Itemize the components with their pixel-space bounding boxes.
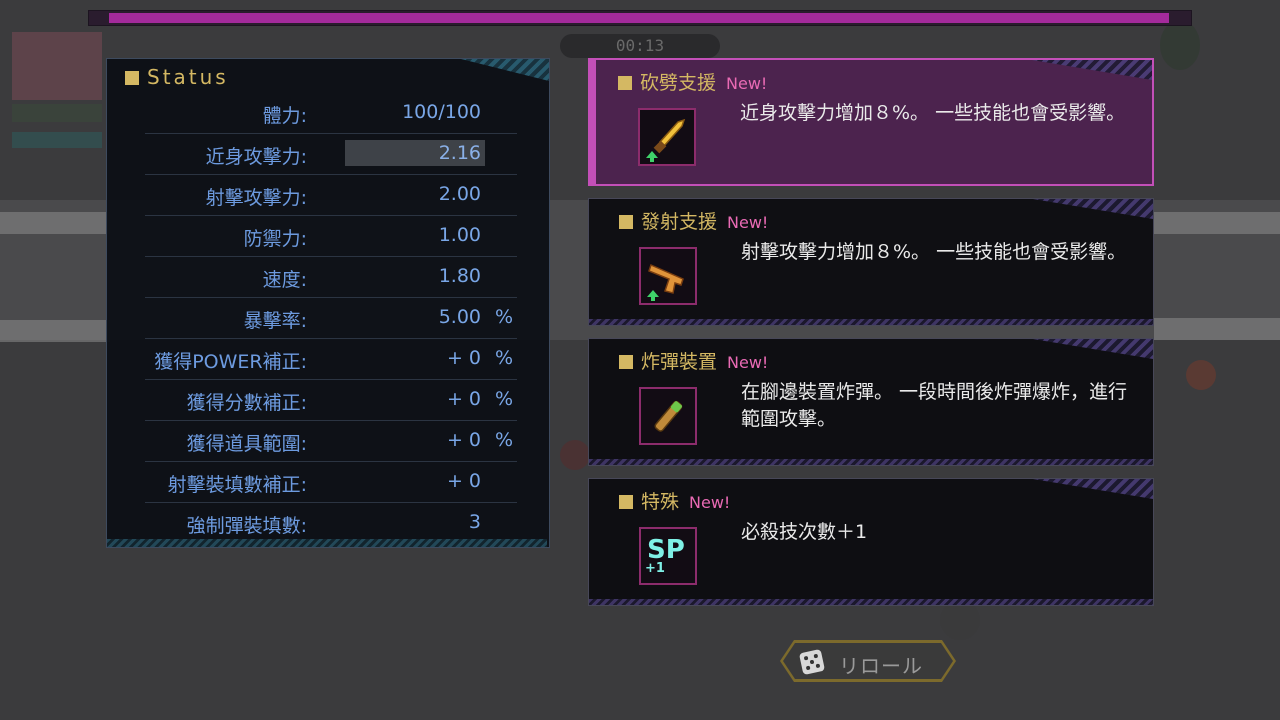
player-hp-bar: [12, 104, 102, 122]
card-decoration: [1032, 60, 1152, 80]
card-title: 發射支援 New!: [619, 207, 768, 234]
stat-row-defense: 防禦力: 1.00: [145, 216, 517, 257]
stat-value: + 0: [446, 429, 481, 451]
card-title: 砍劈支援 New!: [618, 68, 767, 95]
stat-row-item-range: 獲得道具範圍: + 0%: [145, 421, 517, 462]
boss-hp-bar: [88, 10, 1192, 26]
card-decoration: [1033, 199, 1153, 219]
card-title: 特殊 New!: [619, 487, 730, 514]
new-badge: New!: [727, 353, 769, 372]
stat-value: 1.00: [438, 224, 481, 246]
stat-row-shoot: 射擊攻擊力: 2.00: [145, 175, 517, 216]
skill-card-special[interactable]: 特殊 New! SP +1 必殺技次數＋1: [588, 478, 1154, 606]
square-bullet-icon: [619, 355, 633, 369]
card-decoration: [1033, 339, 1153, 359]
new-badge: New!: [726, 74, 768, 93]
skill-card-bomb-device[interactable]: 炸彈裝置 New! 在腳邊裝置炸彈。 一段時間後炸彈爆炸，進行範圍攻擊。: [588, 338, 1154, 466]
card-description: 必殺技次數＋1: [741, 521, 868, 543]
dice-icon: [799, 649, 825, 675]
knife-icon: [638, 108, 696, 166]
square-bullet-icon: [619, 215, 633, 229]
stat-value: + 0: [446, 347, 481, 369]
road-stripe: [0, 212, 110, 234]
player-power-bar: [12, 132, 102, 148]
stat-row-crit: 暴擊率: 5.00%: [145, 298, 517, 339]
stat-row-speed: 速度: 1.80: [145, 257, 517, 298]
timer: 00:13: [560, 34, 720, 58]
sp-icon-subtext: +1: [645, 561, 665, 576]
bomb-stick-icon: [639, 387, 697, 445]
enemy-sprite: [1160, 20, 1200, 70]
enemy-sprite: [560, 440, 590, 470]
card-description: 近身攻擊力增加８%。 一些技能也會受影響。: [740, 102, 1126, 124]
skill-card-shoot-support[interactable]: 發射支援 New! 射擊攻擊力增加８%。 一些技能也會受影響。: [588, 198, 1154, 326]
panel-decoration: [461, 59, 549, 81]
stat-row-score-bonus: 獲得分數補正: + 0%: [145, 380, 517, 421]
reroll-button-inner: リロール: [783, 643, 953, 679]
stat-label: 防禦力:: [243, 228, 307, 250]
card-decoration: [589, 599, 1153, 605]
stat-value: 3: [468, 511, 481, 533]
stat-value: 1.80: [438, 265, 481, 287]
status-title: Status: [125, 65, 229, 89]
stat-unit: %: [495, 306, 514, 328]
stat-unit: %: [495, 347, 514, 369]
new-badge: New!: [727, 213, 769, 232]
square-bullet-icon: [619, 495, 633, 509]
status-panel: Status 體力: 100/100 近身攻擊力: 2.16 射擊攻擊力: 2.00 …: [106, 58, 550, 548]
card-decoration: [589, 459, 1153, 465]
stat-label: 射擊攻擊力:: [205, 187, 307, 209]
stat-label: 獲得POWER補正:: [154, 351, 307, 373]
road-stripe: [0, 320, 110, 342]
stat-label: 射擊裝填數補正:: [167, 474, 307, 496]
stat-value-highlighted: 2.16: [345, 140, 485, 166]
card-description: 在腳邊裝置炸彈。 一段時間後炸彈爆炸，進行範圍攻擊。: [741, 381, 1128, 430]
stat-row-forced-bullets: 強制彈裝填數: 3: [145, 503, 517, 543]
stat-label: 體力:: [262, 105, 307, 127]
status-rows: 體力: 100/100 近身攻擊力: 2.16 射擊攻擊力: 2.00 防禦力: 1.0…: [145, 93, 517, 543]
square-bullet-icon: [618, 76, 632, 90]
upgrade-arrow-icon: [647, 290, 659, 301]
stat-value: + 0: [446, 388, 481, 410]
enemy-sprite: [940, 600, 980, 640]
stat-value: 100/100: [402, 101, 481, 123]
card-description: 射擊攻擊力增加８%。 一些技能也會受影響。: [741, 241, 1127, 263]
new-badge: New!: [689, 493, 731, 512]
enemy-sprite: [1186, 360, 1216, 390]
reroll-button[interactable]: リロール: [780, 640, 956, 682]
card-title: 炸彈裝置 New!: [619, 347, 768, 374]
reroll-label: リロール: [839, 654, 923, 678]
stat-unit: %: [495, 429, 514, 451]
stat-row-hp: 體力: 100/100: [145, 93, 517, 134]
stat-value: 5.00: [438, 306, 481, 328]
upgrade-arrow-icon: [646, 151, 658, 162]
stat-label: 獲得道具範圍:: [186, 433, 307, 455]
stat-row-melee: 近身攻擊力: 2.16: [145, 134, 517, 175]
card-decoration: [589, 319, 1153, 325]
stat-unit: %: [495, 388, 514, 410]
stat-row-reload-bonus: 射擊裝填數補正: + 0: [145, 462, 517, 503]
road-stripe: [1154, 318, 1280, 340]
boss-hp-fill: [109, 13, 1169, 23]
stat-label: 獲得分數補正:: [186, 392, 307, 414]
road-stripe: [1154, 212, 1280, 234]
stat-value: + 0: [446, 470, 481, 492]
skill-card-slash-support[interactable]: 砍劈支援 New! 近身攻擊力增加８%。 一些技能也會受影響。: [588, 58, 1154, 186]
stat-label: 暴擊率:: [243, 310, 307, 332]
stat-label: 速度:: [262, 269, 307, 291]
sp-plus-one-icon: SP +1: [639, 527, 697, 585]
stat-value: 2.00: [438, 183, 481, 205]
player-portrait: [12, 32, 102, 100]
card-decoration: [1033, 479, 1153, 499]
pistol-icon: [639, 247, 697, 305]
square-bullet-icon: [125, 71, 139, 85]
stat-label: 強制彈裝填數:: [186, 515, 307, 537]
stat-label: 近身攻擊力:: [205, 146, 307, 168]
stat-row-power-bonus: 獲得POWER補正: + 0%: [145, 339, 517, 380]
